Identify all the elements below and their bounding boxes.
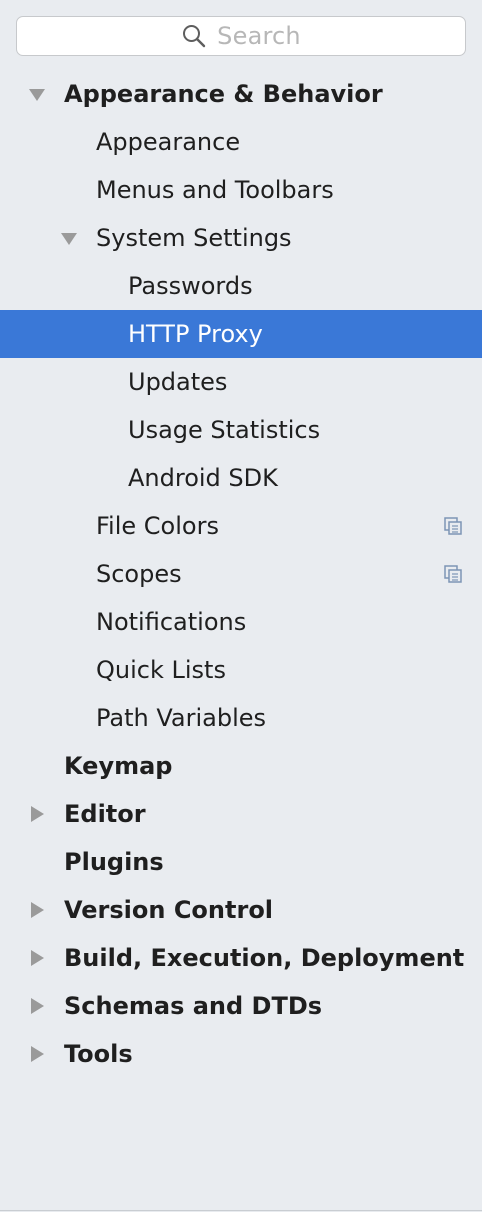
collapsed-arrow-icon[interactable] (28, 949, 46, 967)
tree-item-usage-statistics[interactable]: Usage Statistics (0, 406, 482, 454)
tree-item-label: Version Control (64, 896, 274, 924)
tree-item-label: Plugins (64, 848, 164, 876)
tree-item-label: Usage Statistics (128, 416, 321, 444)
tree-item-label: Quick Lists (96, 656, 226, 684)
tree-item-label: Tools (64, 1040, 133, 1068)
tree-item-label: Passwords (128, 272, 253, 300)
tree-item-menus-toolbars[interactable]: Menus and Toolbars (0, 166, 482, 214)
tree-item-appearance[interactable]: Appearance (0, 118, 482, 166)
search-field[interactable]: Search (16, 16, 466, 56)
settings-tree: Appearance & Behavior Appearance Menus a… (0, 70, 482, 1078)
tree-item-label: Appearance (96, 128, 241, 156)
tree-item-label: Updates (128, 368, 228, 396)
collapsed-arrow-icon[interactable] (28, 997, 46, 1015)
tree-item-version-control[interactable]: Version Control (0, 886, 482, 934)
tree-item-updates[interactable]: Updates (0, 358, 482, 406)
collapsed-arrow-icon[interactable] (28, 1045, 46, 1063)
tree-item-keymap[interactable]: Keymap (0, 742, 482, 790)
tree-item-label: Build, Execution, Deployment (64, 944, 465, 972)
tree-item-label: Appearance & Behavior (64, 80, 383, 108)
settings-sidebar: Search Appearance & Behavior Appearance … (0, 0, 482, 1211)
tree-item-tools[interactable]: Tools (0, 1030, 482, 1078)
tree-item-label: Scopes (96, 560, 182, 588)
tree-item-schemas-dtds[interactable]: Schemas and DTDs (0, 982, 482, 1030)
search-icon (183, 25, 206, 48)
collapsed-arrow-icon[interactable] (28, 805, 46, 823)
tree-item-notifications[interactable]: Notifications (0, 598, 482, 646)
tree-item-label: Schemas and DTDs (64, 992, 323, 1020)
search-placeholder: Search (217, 22, 301, 50)
tree-item-plugins[interactable]: Plugins (0, 838, 482, 886)
tree-item-build-execution-deployment[interactable]: Build, Execution, Deployment (0, 934, 482, 982)
tree-item-label: Editor (64, 800, 146, 828)
tree-item-passwords[interactable]: Passwords (0, 262, 482, 310)
search-inner: Search (181, 22, 301, 50)
expanded-arrow-icon[interactable] (60, 229, 78, 247)
tree-item-label: Notifications (96, 608, 247, 636)
tree-item-file-colors[interactable]: File Colors (0, 502, 482, 550)
tree-item-label: Android SDK (128, 464, 278, 492)
tree-item-label: HTTP Proxy (128, 320, 263, 348)
tree-item-scopes[interactable]: Scopes (0, 550, 482, 598)
tree-item-appearance-behavior[interactable]: Appearance & Behavior (0, 70, 482, 118)
tree-item-quick-lists[interactable]: Quick Lists (0, 646, 482, 694)
copy-icon (444, 517, 462, 535)
tree-item-editor[interactable]: Editor (0, 790, 482, 838)
tree-item-system-settings[interactable]: System Settings (0, 214, 482, 262)
tree-item-path-variables[interactable]: Path Variables (0, 694, 482, 742)
tree-item-http-proxy[interactable]: HTTP Proxy (0, 310, 482, 358)
tree-item-label: File Colors (96, 512, 219, 540)
collapsed-arrow-icon[interactable] (28, 901, 46, 919)
expanded-arrow-icon[interactable] (28, 85, 46, 103)
copy-icon (444, 565, 462, 583)
tree-item-label: Keymap (64, 752, 173, 780)
tree-item-android-sdk[interactable]: Android SDK (0, 454, 482, 502)
tree-item-label: System Settings (96, 224, 292, 252)
tree-item-label: Menus and Toolbars (96, 176, 334, 204)
tree-item-label: Path Variables (96, 704, 267, 732)
